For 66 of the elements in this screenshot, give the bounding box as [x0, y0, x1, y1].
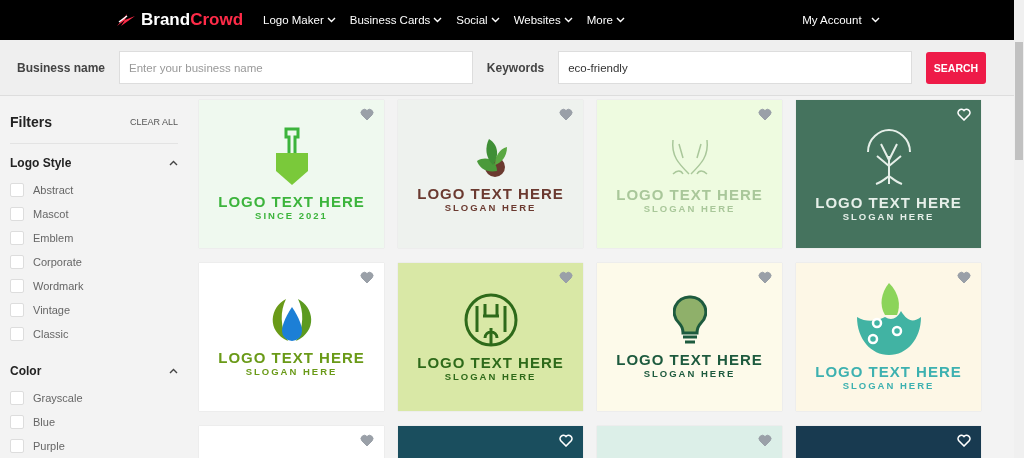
- checkbox-label: Abstract: [33, 184, 74, 196]
- chevron-icon: [615, 17, 625, 23]
- logo-slogan: SLOGAN HERE: [842, 380, 935, 391]
- logo-design-card[interactable]: LOGO TEXT HERE SLOGAN HERE: [597, 263, 782, 411]
- logo-slogan: SLOGAN HERE: [643, 368, 736, 379]
- checkbox-label: Blue: [33, 416, 56, 428]
- filter-section-title[interactable]: Color: [10, 364, 42, 378]
- checkbox[interactable]: [10, 391, 24, 405]
- logo-slogan: SLOGAN HERE: [842, 211, 935, 222]
- filters-title: Filters: [10, 114, 52, 130]
- chevron-icon: [169, 160, 178, 166]
- business-name-field[interactable]: Enter your business name: [119, 51, 473, 84]
- logo-slogan: SLOGAN HERE: [444, 371, 537, 382]
- logo-design-card[interactable]: LOGO TEXT HERE SLOGAN HERE: [796, 100, 981, 248]
- logo-text: LOGO TEXT HERE: [616, 186, 763, 203]
- clear-all-link[interactable]: CLEAR ALL: [129, 117, 178, 127]
- checkbox[interactable]: [10, 279, 24, 293]
- logo-text: LOGO TEXT HERE: [417, 354, 564, 371]
- checkbox[interactable]: [10, 255, 24, 269]
- round-emblem-icon: [462, 292, 519, 348]
- logo-slogan: SLOGAN HERE: [643, 203, 736, 214]
- logo-text: LOGO TEXT HERE: [815, 194, 962, 211]
- filter-section-title[interactable]: Logo Style: [10, 156, 72, 170]
- chevron-icon: [433, 17, 443, 23]
- logo-design-card[interactable]: LOGO TEXT HERE SLOGAN HERE: [398, 100, 583, 248]
- checkbox-label: Purple: [33, 440, 65, 452]
- checkbox-label: Classic: [33, 328, 69, 340]
- logo-slogan: SINCE 2021: [255, 210, 328, 221]
- checkbox[interactable]: [10, 303, 24, 317]
- nav-menu-item[interactable]: Business Cards: [349, 14, 443, 26]
- chevron-icon: [871, 17, 880, 23]
- checkbox-label: Corporate: [33, 256, 82, 268]
- field-label: Keywords: [486, 60, 545, 75]
- nav-menu-item[interactable]: Websites: [513, 14, 573, 26]
- chevron-icon: [169, 368, 178, 374]
- account-menu[interactable]: My Account: [802, 14, 880, 26]
- checkbox-label: Grayscale: [33, 392, 83, 404]
- checkbox-label: Wordmark: [33, 280, 84, 292]
- chevron-icon: [490, 17, 500, 23]
- logo-text: LOGO TEXT HERE: [218, 193, 365, 210]
- checkbox[interactable]: [10, 415, 24, 429]
- nav-menu-item[interactable]: More: [586, 14, 625, 26]
- logo-text: LOGO TEXT HERE: [616, 351, 763, 368]
- logo-slogan: SLOGAN HERE: [444, 202, 537, 213]
- checkbox[interactable]: [10, 231, 24, 245]
- checkbox[interactable]: [10, 439, 24, 453]
- logo-text: LOGO TEXT HERE: [218, 349, 365, 366]
- light-bulb-icon: [672, 295, 707, 345]
- checkbox[interactable]: [10, 327, 24, 341]
- chevron-icon: [326, 17, 336, 23]
- checkbox-label: Emblem: [33, 232, 74, 244]
- checkbox-label: Mascot: [33, 208, 69, 220]
- logo-slogan: SLOGAN HERE: [245, 366, 338, 377]
- checkbox[interactable]: [10, 183, 24, 197]
- logo-design-card[interactable]: LOGO TEXT HERE SLOGAN HERE: [398, 263, 583, 411]
- nav-menu-item[interactable]: Social: [456, 14, 500, 26]
- checkbox-label: Vintage: [33, 304, 71, 316]
- search-button[interactable]: SEARCH: [926, 51, 986, 84]
- logo-text: LOGO TEXT HERE: [417, 185, 564, 202]
- field-label: Business name: [17, 60, 106, 75]
- logo-text: LOGO TEXT HERE: [815, 363, 962, 380]
- nav-menu-item[interactable]: Logo Maker: [263, 14, 336, 26]
- keywords-field[interactable]: eco-friendly: [558, 51, 912, 84]
- chevron-icon: [563, 17, 573, 23]
- brand-wordmark[interactable]: BrandCrowd: [141, 10, 243, 30]
- checkbox[interactable]: [10, 207, 24, 221]
